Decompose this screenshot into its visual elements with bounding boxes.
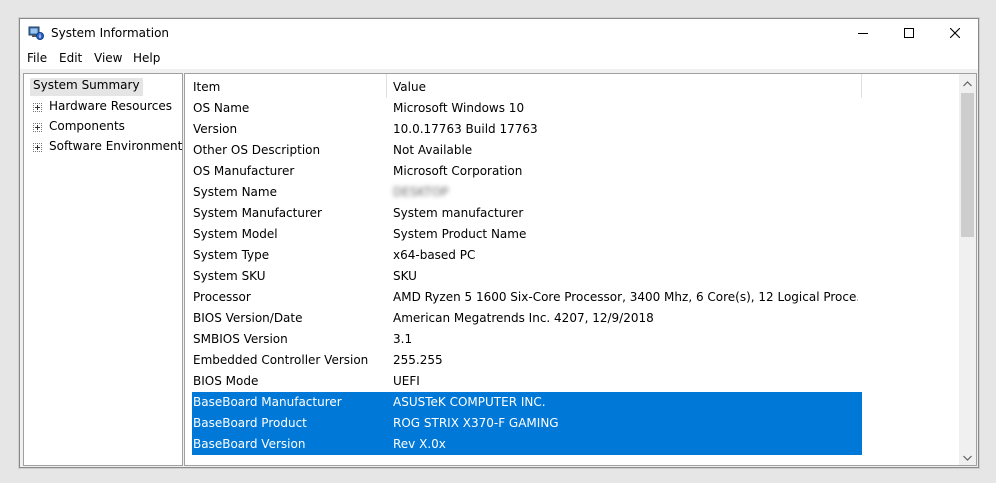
menu-file[interactable]: File [27, 51, 47, 65]
table-row[interactable]: System Manufacturer System manufacturer [192, 203, 862, 224]
maximize-icon [904, 28, 914, 38]
scroll-up-button[interactable] [959, 74, 976, 91]
system-information-window: System Information File Edit View Help S… [19, 18, 979, 468]
expand-plus-icon[interactable] [33, 103, 42, 112]
table-row[interactable]: System Model System Product Name [192, 224, 862, 245]
menu-bar: File Edit View Help [20, 47, 978, 69]
value-cell: Microsoft Windows 10 [393, 101, 525, 115]
maximize-button[interactable] [886, 19, 932, 47]
details-list[interactable]: Item Value OS Name Microsoft Windows 10 … [184, 73, 977, 466]
value-cell: SKU [393, 269, 417, 283]
table-row[interactable]: BIOS Version/Date American Megatrends In… [192, 308, 862, 329]
table-row[interactable]: OS Manufacturer Microsoft Corporation [192, 161, 862, 182]
value-cell: System Product Name [393, 227, 527, 241]
menu-help[interactable]: Help [133, 51, 160, 65]
category-tree[interactable]: System Summary Hardware Resources Compon… [23, 73, 183, 466]
column-header-item[interactable]: Item [193, 80, 220, 94]
minimize-icon [858, 28, 868, 38]
value-cell: 10.0.17763 Build 17763 [393, 122, 538, 136]
table-row[interactable]: System SKU SKU [192, 266, 862, 287]
chevron-up-icon [963, 76, 972, 90]
table-row[interactable]: Processor AMD Ryzen 5 1600 Six-Core Proc… [192, 287, 862, 308]
chevron-down-icon [963, 450, 972, 464]
table-row[interactable]: SMBIOS Version 3.1 [192, 329, 862, 350]
column-header-value[interactable]: Value [393, 80, 426, 94]
item-cell: BIOS Mode [193, 374, 259, 388]
value-cell: UEFI [393, 374, 420, 388]
system-information-app-icon [28, 25, 44, 41]
tree-item-label: Software Environment [49, 139, 183, 153]
close-button[interactable] [932, 19, 978, 47]
item-cell: BaseBoard Version [193, 437, 306, 451]
menu-edit[interactable]: Edit [59, 51, 82, 65]
tree-item-label: Hardware Resources [49, 99, 173, 113]
item-cell: Processor [193, 290, 251, 304]
value-cell: Microsoft Corporation [393, 164, 523, 178]
item-cell: Other OS Description [193, 143, 321, 157]
minimize-button[interactable] [840, 19, 886, 47]
item-cell: System Model [193, 227, 278, 241]
expand-plus-icon[interactable] [33, 123, 42, 132]
table-row-selected[interactable]: BaseBoard Manufacturer ASUSTeK COMPUTER … [192, 392, 862, 413]
item-cell: BaseBoard Product [193, 416, 307, 430]
item-cell: Embedded Controller Version [193, 353, 369, 367]
value-cell: Rev X.0x [393, 437, 446, 451]
table-row[interactable]: OS Name Microsoft Windows 10 [192, 98, 862, 119]
expand-plus-icon[interactable] [33, 143, 42, 152]
value-cell: 255.255 [393, 353, 443, 367]
value-cell: AMD Ryzen 5 1600 Six-Core Processor, 340… [393, 290, 858, 304]
table-row[interactable]: System Type x64-based PC [192, 245, 862, 266]
tree-item-system-summary[interactable]: System Summary [30, 78, 143, 96]
value-cell: System manufacturer [393, 206, 524, 220]
item-cell: SMBIOS Version [193, 332, 288, 346]
title-bar[interactable]: System Information [20, 19, 978, 47]
redacted-value-cell: DESKTOP [393, 185, 449, 199]
column-divider[interactable] [861, 74, 862, 98]
table-row-selected[interactable]: BaseBoard Product ROG STRIX X370-F GAMIN… [192, 413, 862, 434]
value-cell: x64-based PC [393, 248, 476, 262]
menu-view[interactable]: View [94, 51, 122, 65]
column-divider[interactable] [386, 74, 387, 98]
vertical-scrollbar[interactable] [959, 74, 976, 465]
tree-item-label: Components [49, 119, 125, 133]
window-title: System Information [51, 26, 170, 40]
item-cell: Version [193, 122, 238, 136]
item-cell: System SKU [193, 269, 266, 283]
item-cell: OS Manufacturer [193, 164, 295, 178]
value-cell: ROG STRIX X370-F GAMING [393, 416, 559, 430]
scroll-down-button[interactable] [959, 448, 976, 465]
table-row[interactable]: Version 10.0.17763 Build 17763 [192, 119, 862, 140]
item-cell: OS Name [193, 101, 250, 115]
value-cell: American Megatrends Inc. 4207, 12/9/2018 [393, 311, 654, 325]
value-cell: 3.1 [393, 332, 413, 346]
close-icon [950, 28, 960, 38]
item-cell: BaseBoard Manufacturer [193, 395, 342, 409]
item-cell: System Manufacturer [193, 206, 322, 220]
value-cell: Not Available [393, 143, 473, 157]
list-header: Item Value [185, 74, 957, 98]
table-row-selected[interactable]: BaseBoard Version Rev X.0x [192, 434, 862, 455]
item-cell: System Name [193, 185, 277, 199]
table-row[interactable]: Other OS Description Not Available [192, 140, 862, 161]
scrollbar-thumb[interactable] [961, 93, 974, 237]
item-cell: System Type [193, 248, 270, 262]
table-row[interactable]: Embedded Controller Version 255.255 [192, 350, 862, 371]
table-row[interactable]: BIOS Mode UEFI [192, 371, 862, 392]
item-cell: BIOS Version/Date [193, 311, 303, 325]
table-row[interactable]: System Name DESKTOP [192, 182, 862, 203]
value-cell: ASUSTeK COMPUTER INC. [393, 395, 546, 409]
